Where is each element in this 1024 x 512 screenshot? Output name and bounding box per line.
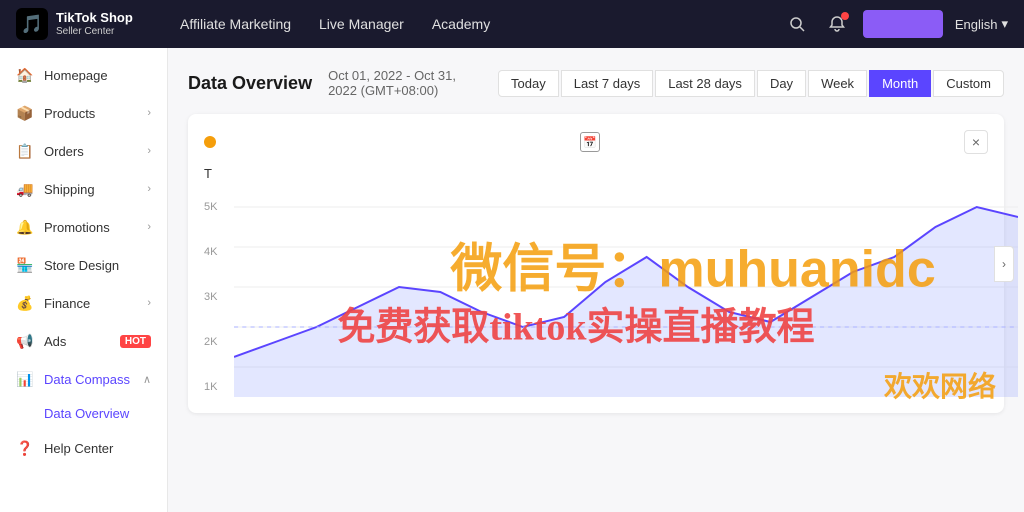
help-icon: ❓: [16, 439, 34, 457]
nav-academy[interactable]: Academy: [432, 12, 490, 36]
chevron-right-icon: ›: [147, 221, 151, 233]
filter-last28[interactable]: Last 28 days: [655, 70, 755, 97]
home-icon: 🏠: [16, 66, 34, 84]
sidebar-item-finance[interactable]: 💰 Finance ›: [0, 284, 167, 322]
y-label-5k: 5K: [204, 201, 217, 213]
metric-dot: [204, 136, 216, 148]
chart-top-bar: 📅 ×: [204, 130, 988, 154]
sidebar-label-help: Help Center: [44, 441, 151, 456]
y-label-1k: 1K: [204, 381, 217, 393]
nav-right: English ▾: [783, 10, 1008, 38]
sidebar-item-data-compass[interactable]: 📊 Data Compass ∧: [0, 360, 167, 398]
y-label-3k: 3K: [204, 291, 217, 303]
notification-badge: [841, 12, 849, 20]
chart-container: 📅 × T 微信号：muhuanidc 免费获取tiktok实操直播教程 欢欢网…: [188, 114, 1004, 413]
data-compass-icon: 📊: [16, 370, 34, 388]
tiktok-icon: 🎵: [16, 8, 48, 40]
lang-label: English: [955, 17, 998, 32]
filter-last7[interactable]: Last 7 days: [561, 70, 654, 97]
chevron-right-icon: ›: [147, 183, 151, 195]
sidebar-item-shipping[interactable]: 🚚 Shipping ›: [0, 170, 167, 208]
calendar-icon[interactable]: 📅: [580, 132, 600, 152]
avatar[interactable]: [863, 10, 943, 38]
filter-buttons: Today Last 7 days Last 28 days Day Week …: [498, 70, 1004, 97]
sidebar-item-products[interactable]: 📦 Products ›: [0, 94, 167, 132]
filter-week[interactable]: Week: [808, 70, 867, 97]
promotions-icon: 🔔: [16, 218, 34, 236]
sidebar-item-promotions[interactable]: 🔔 Promotions ›: [0, 208, 167, 246]
nav-links: Affiliate Marketing Live Manager Academy: [180, 12, 759, 36]
chevron-down-icon: ▾: [1001, 16, 1008, 32]
chevron-right-icon: ›: [147, 107, 151, 119]
filter-month[interactable]: Month: [869, 70, 931, 97]
sidebar-item-help-center[interactable]: ❓ Help Center: [0, 429, 167, 467]
products-icon: 📦: [16, 104, 34, 122]
chart-area: 5K 4K 3K 2K 1K: [204, 197, 988, 397]
sidebar-label-shipping: Shipping: [44, 182, 137, 197]
notification-bell-icon[interactable]: [823, 10, 851, 38]
sidebar-item-orders[interactable]: 📋 Orders ›: [0, 132, 167, 170]
sidebar-label-homepage: Homepage: [44, 68, 151, 83]
shipping-icon: 🚚: [16, 180, 34, 198]
nav-affiliate-marketing[interactable]: Affiliate Marketing: [180, 12, 291, 36]
close-button[interactable]: ×: [964, 130, 988, 154]
y-label-2k: 2K: [204, 336, 217, 348]
y-label-4k: 4K: [204, 246, 217, 258]
sidebar-sub-item-data-overview[interactable]: Data Overview: [44, 398, 167, 429]
sidebar-label-data-compass: Data Compass: [44, 372, 133, 387]
nav-live-manager[interactable]: Live Manager: [319, 12, 404, 36]
sidebar-item-store-design[interactable]: 🏪 Store Design: [0, 246, 167, 284]
filter-custom[interactable]: Custom: [933, 70, 1004, 97]
sidebar: 🏠 Homepage 📦 Products › 📋 Orders › 🚚 Shi…: [0, 48, 168, 512]
sidebar-label-products: Products: [44, 106, 137, 121]
orders-icon: 📋: [16, 142, 34, 160]
sidebar-label-finance: Finance: [44, 296, 137, 311]
y-axis-labels: 5K 4K 3K 2K 1K: [204, 197, 217, 397]
filter-today[interactable]: Today: [498, 70, 559, 97]
page-header: Data Overview Oct 01, 2022 - Oct 31, 202…: [188, 68, 1004, 98]
chart-label: T: [204, 166, 212, 181]
page-title: Data Overview: [188, 73, 312, 94]
ads-icon: 📢: [16, 332, 34, 350]
finance-icon: 💰: [16, 294, 34, 312]
language-selector[interactable]: English ▾: [955, 16, 1008, 32]
top-navigation: 🎵 TikTok Shop Seller Center Affiliate Ma…: [0, 0, 1024, 48]
hot-badge: HOT: [120, 335, 151, 348]
logo: 🎵 TikTok Shop Seller Center: [16, 8, 156, 40]
filter-day[interactable]: Day: [757, 70, 806, 97]
sidebar-item-homepage[interactable]: 🏠 Homepage: [0, 56, 167, 94]
sidebar-item-ads[interactable]: 📢 Ads HOT: [0, 322, 167, 360]
sidebar-label-store-design: Store Design: [44, 258, 151, 273]
expand-arrow[interactable]: ›: [994, 246, 1014, 282]
logo-text: TikTok Shop Seller Center: [56, 11, 133, 36]
sidebar-label-ads: Ads: [44, 334, 106, 349]
chevron-right-icon: ›: [147, 297, 151, 309]
line-chart-svg: [234, 197, 1018, 397]
sidebar-label-orders: Orders: [44, 144, 137, 159]
date-range: Oct 01, 2022 - Oct 31, 2022 (GMT+08:00): [328, 68, 482, 98]
main-content: Data Overview Oct 01, 2022 - Oct 31, 202…: [168, 48, 1024, 512]
sidebar-label-promotions: Promotions: [44, 220, 137, 235]
sidebar-sub-data-compass: Data Overview: [0, 398, 167, 429]
main-layout: 🏠 Homepage 📦 Products › 📋 Orders › 🚚 Shi…: [0, 48, 1024, 512]
search-icon[interactable]: [783, 10, 811, 38]
chevron-down-icon: ∧: [143, 373, 151, 386]
chart-area-fill: [234, 207, 1018, 397]
store-design-icon: 🏪: [16, 256, 34, 274]
sub-item-label: Data Overview: [44, 406, 129, 421]
brand-name: TikTok Shop: [56, 11, 133, 25]
brand-sub: Seller Center: [56, 26, 133, 37]
chevron-right-icon: ›: [147, 145, 151, 157]
